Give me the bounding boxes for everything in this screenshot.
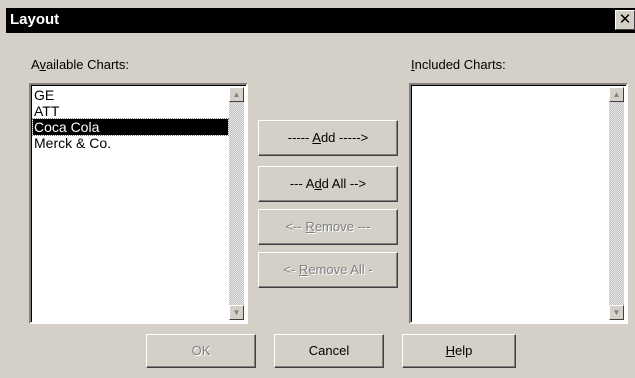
scroll-down-icon[interactable]: ▼ <box>609 305 624 320</box>
available-charts-listbox[interactable]: GE ATT Coca Cola Merck & Co. ▲ ▼ <box>29 83 248 324</box>
remove-button[interactable]: <-- Remove --- <box>258 209 398 245</box>
add-button[interactable]: ----- Add -----> <box>258 120 398 156</box>
cancel-button[interactable]: Cancel <box>274 334 384 368</box>
available-charts-list: GE ATT Coca Cola Merck & Co. <box>32 87 229 320</box>
available-charts-scrollbar[interactable]: ▲ ▼ <box>229 87 244 320</box>
available-charts-label: Available Charts: <box>31 57 130 72</box>
list-item[interactable]: Coca Cola <box>32 118 229 136</box>
layout-dialog: Layout ✕ Available Charts: GE ATT Coca Col… <box>0 0 635 378</box>
close-icon[interactable]: ✕ <box>615 10 635 30</box>
included-charts-listbox[interactable]: ▲ ▼ <box>409 83 628 324</box>
list-item[interactable]: ATT <box>33 103 228 119</box>
included-charts-scrollbar[interactable]: ▲ ▼ <box>609 87 624 320</box>
add-all-button[interactable]: --- Add All --> <box>258 166 398 202</box>
scroll-up-icon[interactable]: ▲ <box>609 87 624 102</box>
scroll-down-icon[interactable]: ▼ <box>229 305 244 320</box>
remove-all-button[interactable]: <- Remove All - <box>258 252 398 288</box>
title-bar[interactable]: Layout ✕ <box>6 8 635 33</box>
scroll-up-icon[interactable]: ▲ <box>229 87 244 102</box>
ok-button[interactable]: OK <box>146 334 256 368</box>
window-title: Layout <box>10 11 60 28</box>
list-item[interactable]: Merck & Co. <box>33 135 228 151</box>
list-item[interactable]: GE <box>33 87 228 103</box>
included-charts-list <box>413 87 608 320</box>
included-charts-label: Included Charts: <box>411 57 506 72</box>
help-button[interactable]: Help <box>402 334 516 368</box>
